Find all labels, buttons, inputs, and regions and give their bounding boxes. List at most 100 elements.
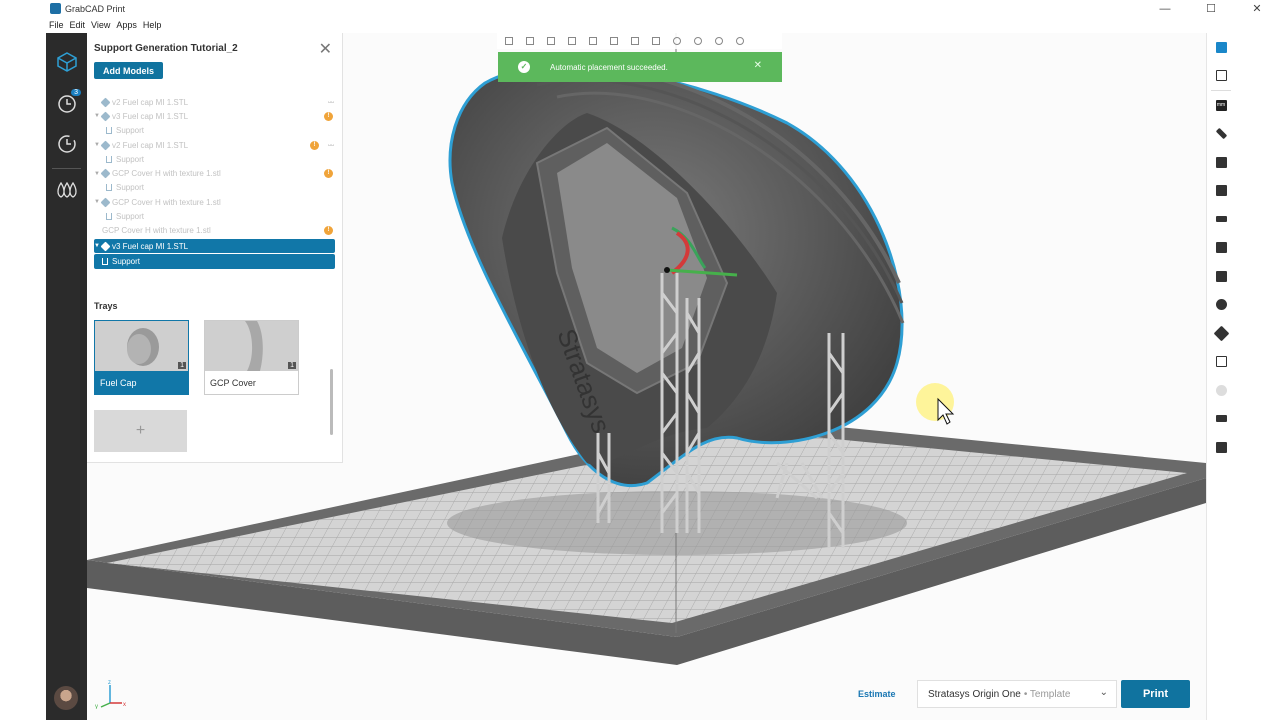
axis-indicator: z x y bbox=[95, 680, 126, 709]
app-logo-icon bbox=[50, 3, 61, 14]
menu-view[interactable]: View bbox=[88, 20, 113, 30]
right-margin bbox=[1234, 33, 1280, 720]
tree-item[interactable]: Support bbox=[94, 124, 335, 138]
units-mm-icon[interactable]: mm bbox=[1212, 96, 1230, 114]
tree-item[interactable]: GCP Cover H with texture 1.stl! bbox=[94, 224, 335, 238]
project-title: Support Generation Tutorial_2 bbox=[94, 43, 238, 54]
axis-y-label: y bbox=[95, 704, 98, 709]
rotate-icon[interactable] bbox=[1212, 295, 1230, 313]
warning-icon: ! bbox=[324, 169, 333, 179]
layers-icon[interactable] bbox=[1212, 153, 1230, 171]
jobs-clock-icon[interactable]: 3 bbox=[46, 89, 87, 119]
tray-model-count: 1 bbox=[178, 362, 186, 369]
package-icon[interactable] bbox=[1212, 438, 1230, 456]
orbit-icon[interactable] bbox=[731, 35, 748, 48]
user-avatar[interactable] bbox=[54, 686, 78, 710]
model-icon bbox=[100, 140, 111, 150]
tree-item[interactable]: Support bbox=[94, 181, 335, 195]
close-panel-icon[interactable]: ✕ bbox=[319, 39, 332, 59]
view-right-icon[interactable] bbox=[563, 35, 580, 48]
view-iso-icon[interactable] bbox=[626, 35, 643, 48]
tray-gcp-cover[interactable]: 1 GCP Cover bbox=[204, 320, 299, 395]
rail-divider bbox=[52, 168, 81, 169]
paint-bucket-icon[interactable] bbox=[1212, 238, 1230, 256]
add-tray-button[interactable]: + bbox=[94, 410, 187, 452]
view-fit-icon[interactable] bbox=[647, 35, 664, 48]
tree-item[interactable]: Support bbox=[94, 152, 335, 166]
model-panel: Support Generation Tutorial_2 ✕ Add Mode… bbox=[87, 33, 343, 463]
ruler-icon[interactable] bbox=[1212, 124, 1230, 142]
close-window-button[interactable]: ✕ bbox=[1234, 0, 1280, 17]
align-icon[interactable] bbox=[1212, 210, 1230, 228]
menu-bar: File Edit View Apps Help bbox=[46, 17, 164, 33]
support-icon bbox=[106, 155, 112, 163]
tray-model-count: 1 bbox=[288, 362, 296, 369]
maximize-button[interactable]: ☐ bbox=[1188, 0, 1234, 17]
tray-fuel-cap[interactable]: 1 Fuel Cap bbox=[94, 320, 189, 395]
menu-edit[interactable]: Edit bbox=[67, 20, 89, 30]
jobs-badge: 3 bbox=[71, 89, 81, 96]
view-top-icon[interactable] bbox=[584, 35, 601, 48]
print-button[interactable]: Print bbox=[1121, 680, 1190, 708]
warning-icon: ! bbox=[310, 140, 319, 150]
tray-thumbnail bbox=[95, 321, 188, 371]
trays-scrollbar[interactable] bbox=[330, 369, 333, 435]
support-icon bbox=[106, 213, 112, 221]
trays-heading: Trays bbox=[94, 301, 118, 311]
scale-icon[interactable] bbox=[1212, 352, 1230, 370]
tree-item[interactable]: ▼ GCP Cover H with texture 1.stl bbox=[94, 195, 335, 209]
view-front-icon[interactable] bbox=[500, 35, 517, 48]
minimize-button[interactable]: — bbox=[1142, 0, 1188, 17]
chevron-down-icon: ⌄ bbox=[1099, 687, 1108, 698]
tree-item[interactable]: Support bbox=[94, 209, 335, 223]
tray-name: GCP Cover bbox=[210, 378, 256, 388]
success-toast: ✓ Automatic placement succeeded. ✕ bbox=[498, 52, 782, 82]
slices-icon[interactable] bbox=[1212, 409, 1230, 427]
disabled-tool-icon bbox=[1212, 381, 1230, 399]
view-back-icon[interactable] bbox=[521, 35, 538, 48]
title-bar: GrabCAD Print — ☐ ✕ bbox=[0, 0, 1280, 17]
axis-x-label: x bbox=[123, 702, 126, 708]
view-toolbar bbox=[497, 33, 782, 49]
window-title: GrabCAD Print bbox=[65, 3, 126, 14]
add-models-button[interactable]: Add Models bbox=[94, 62, 163, 79]
materials-icon[interactable] bbox=[46, 175, 87, 205]
model-view-icon[interactable] bbox=[1212, 38, 1230, 56]
zoom-in-icon[interactable] bbox=[668, 35, 685, 48]
right-toolbar: mm bbox=[1206, 33, 1234, 720]
success-check-icon: ✓ bbox=[518, 61, 530, 73]
toolbar-divider bbox=[1211, 90, 1231, 91]
model-icon bbox=[100, 241, 111, 252]
hidden-eye-icon[interactable]: ᵕᵕ bbox=[328, 98, 334, 107]
view-cube-icon[interactable] bbox=[1212, 66, 1230, 84]
move-icon[interactable] bbox=[1212, 324, 1230, 342]
prepare-cube-icon[interactable] bbox=[46, 47, 87, 77]
model-icon bbox=[100, 197, 111, 208]
arrange-icon[interactable] bbox=[1212, 267, 1230, 285]
warning-icon: ! bbox=[324, 226, 333, 236]
tray-thumbnail bbox=[205, 321, 298, 371]
toast-close-icon[interactable]: ✕ bbox=[754, 60, 762, 71]
menu-apps[interactable]: Apps bbox=[113, 20, 140, 30]
tree-item-selected-support[interactable]: Support bbox=[94, 254, 335, 269]
menu-file[interactable]: File bbox=[46, 20, 67, 30]
tree-item[interactable]: ▼ v3 Fuel cap MI 1.STL! bbox=[94, 109, 335, 123]
view-left-icon[interactable] bbox=[542, 35, 559, 48]
model-icon bbox=[100, 97, 111, 108]
tree-item[interactable]: ▼ v2 Fuel cap MI 1.STL! ᵕᵕ bbox=[94, 138, 335, 152]
hidden-eye-icon[interactable]: ᵕᵕ bbox=[328, 141, 334, 150]
tree-item[interactable]: v2 Fuel cap MI 1.STL ᵕᵕ bbox=[94, 95, 335, 109]
support-icon bbox=[102, 257, 108, 265]
zoom-fit-icon[interactable] bbox=[710, 35, 727, 48]
supports-icon[interactable] bbox=[1212, 181, 1230, 199]
history-icon[interactable] bbox=[46, 129, 87, 159]
view-bottom-icon[interactable] bbox=[605, 35, 622, 48]
tree-item[interactable]: ▼ GCP Cover H with texture 1.stl! bbox=[94, 166, 335, 180]
printer-select[interactable]: Stratasys Origin One • Template ⌄ bbox=[917, 680, 1117, 708]
model-icon bbox=[100, 168, 111, 179]
zoom-out-icon[interactable] bbox=[689, 35, 706, 48]
menu-help[interactable]: Help bbox=[140, 20, 165, 30]
model-tree: v2 Fuel cap MI 1.STL ᵕᵕ ▼ v3 Fuel cap MI 1… bbox=[94, 95, 335, 269]
estimate-link[interactable]: Estimate bbox=[858, 689, 896, 699]
tree-item-selected-model[interactable]: ▼ v3 Fuel cap MI 1.STL bbox=[94, 238, 335, 254]
